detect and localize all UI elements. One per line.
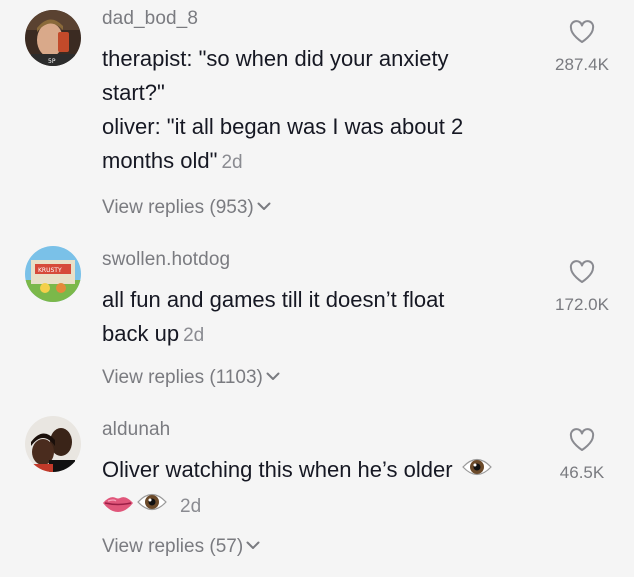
like-button[interactable]: 172.0K bbox=[542, 260, 622, 315]
comment-text-line: start?" bbox=[102, 80, 165, 105]
view-replies-label: View replies (57) bbox=[102, 536, 244, 557]
comment-age: 2d bbox=[180, 496, 202, 518]
avatar[interactable]: KRUSTY bbox=[25, 246, 81, 302]
like-count: 46.5K bbox=[559, 463, 605, 482]
view-replies-button[interactable]: View replies (1103) bbox=[102, 367, 280, 389]
comment-list: 5P dad_bod_8 therapist: "so when did you… bbox=[0, 0, 634, 577]
comment-text-line: all fun and games till it doesn’t float bbox=[102, 287, 445, 312]
comment-text-line: months old" 2d bbox=[102, 144, 512, 180]
comment-text-line-content: months old" bbox=[102, 148, 218, 173]
avatar[interactable] bbox=[25, 416, 81, 472]
like-count: 287.4K bbox=[555, 55, 609, 74]
comment-text-line-content: back up bbox=[102, 321, 180, 346]
comment-username[interactable]: dad_bod_8 bbox=[102, 8, 198, 30]
svg-text:KRUSTY: KRUSTY bbox=[38, 267, 62, 274]
comment-age: 2d bbox=[221, 152, 243, 173]
chevron-down-icon bbox=[246, 534, 260, 556]
chevron-down-icon bbox=[257, 195, 271, 217]
eye-emoji bbox=[136, 489, 168, 523]
comment-text: Oliver watching this when he’s older 2d bbox=[102, 453, 512, 524]
view-replies-label: View replies (953) bbox=[102, 197, 254, 218]
comment-username[interactable]: aldunah bbox=[102, 419, 170, 441]
comment-text: all fun and games till it doesn’t float … bbox=[102, 283, 512, 353]
comment-username[interactable]: swollen.hotdog bbox=[102, 249, 230, 271]
comment-text-line: back up 2d bbox=[102, 317, 512, 353]
avatar[interactable]: 5P bbox=[25, 10, 81, 66]
view-replies-label: View replies (1103) bbox=[102, 367, 263, 388]
eye-emoji bbox=[461, 454, 493, 488]
comment-text-line-content: Oliver watching this when he’s older bbox=[102, 457, 453, 482]
lips-emoji bbox=[102, 489, 134, 523]
view-replies-button[interactable]: View replies (57) bbox=[102, 536, 260, 558]
comment-text-line: Oliver watching this when he’s older bbox=[102, 453, 512, 488]
heart-icon bbox=[542, 260, 622, 284]
chevron-down-icon bbox=[266, 365, 280, 387]
like-button[interactable]: 46.5K bbox=[542, 428, 622, 483]
view-replies-button[interactable]: View replies (953) bbox=[102, 197, 271, 219]
comment-text-line: therapist: "so when did your anxiety bbox=[102, 46, 449, 71]
svg-text:5P: 5P bbox=[48, 58, 56, 65]
like-count: 172.0K bbox=[555, 295, 609, 314]
heart-icon bbox=[542, 20, 622, 44]
comment-text: therapist: "so when did your anxiety sta… bbox=[102, 42, 512, 180]
comment-age: 2d bbox=[183, 325, 205, 346]
comment-text-line: 2d bbox=[102, 488, 512, 524]
comment-text-line: oliver: "it all began was I was about 2 bbox=[102, 114, 464, 139]
like-button[interactable]: 287.4K bbox=[542, 20, 622, 75]
heart-icon bbox=[542, 428, 622, 452]
